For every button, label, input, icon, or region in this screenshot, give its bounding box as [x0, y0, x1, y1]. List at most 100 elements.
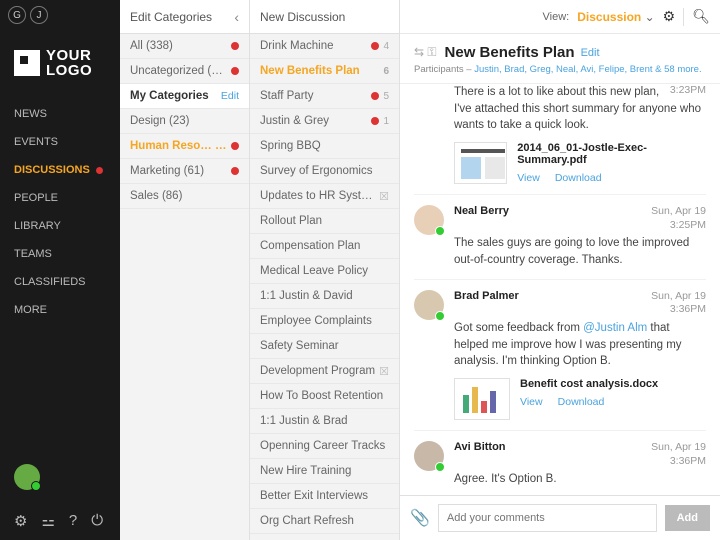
attachment-filename: 2014_06_01-Jostle-Exec-Summary.pdf [517, 142, 706, 166]
category-item[interactable]: Design (23) [120, 109, 249, 134]
main-nav: NEWS EVENTS DISCUSSIONS PEOPLE LIBRARY T… [0, 100, 120, 324]
nav-events[interactable]: EVENTS [0, 128, 120, 156]
discussions-column: New Discussion Drink Machine4New Benefit… [250, 0, 400, 540]
top-icons: G J [0, 0, 120, 30]
attachment-download-link[interactable]: Download [555, 172, 602, 184]
attachment: Benefit cost analysis.docx View Download [454, 378, 706, 420]
category-item[interactable]: Marketing (61) [120, 159, 249, 184]
logo[interactable]: YOUR LOGO [0, 30, 120, 100]
attachment: 2014_06_01-Jostle-Exec-Summary.pdf View … [454, 142, 706, 184]
discussion-item[interactable]: Medical Leave Policy [250, 259, 399, 284]
divider [683, 8, 684, 26]
logo-mark-icon [14, 50, 40, 76]
message: Neal Berry Sun, Apr 193:25PM The sales g… [414, 195, 706, 280]
category-item[interactable]: All (338) [120, 34, 249, 59]
discussion-item[interactable]: Org Chart Refresh [250, 509, 399, 534]
topbar: View: Discussion ⌄ ⚙ 🔍︎ [400, 0, 720, 34]
attachment-view-link[interactable]: View [517, 172, 540, 184]
category-item-human-resources[interactable]: Human Reso… (72) [120, 134, 249, 159]
discussion-item[interactable]: Staff Party5 [250, 84, 399, 109]
settings-icon[interactable]: ⚙ [14, 512, 27, 530]
edit-discussion-link[interactable]: Edit [581, 47, 600, 59]
notification-dot-icon [96, 167, 103, 174]
avatar[interactable] [414, 205, 444, 235]
discussion-item[interactable]: New Hire Training [250, 459, 399, 484]
discussion-item[interactable]: Updates to HR System☒ [250, 184, 399, 209]
nav-discussions[interactable]: DISCUSSIONS [0, 156, 120, 184]
unread-dot-icon [231, 167, 239, 175]
archive-icon: ☒ [379, 190, 389, 203]
discussion-item[interactable]: Development Program☒ [250, 359, 399, 384]
sliders-icon[interactable]: ⚍ [41, 512, 54, 530]
discussion-item[interactable]: 1:1 Justin & David [250, 284, 399, 309]
attachment-thumb-icon[interactable] [454, 142, 507, 184]
paperclip-icon[interactable]: 📎 [410, 508, 430, 528]
discussion-item[interactable]: Spring BBQ [250, 134, 399, 159]
nav-classifieds[interactable]: CLASSIFIEDS [0, 268, 120, 296]
discussion-item[interactable]: Compensation Plan [250, 234, 399, 259]
message-text: Agree. It's Option B. [454, 471, 706, 488]
user-mention[interactable]: @Justin Alm [583, 322, 647, 334]
current-user-avatar[interactable] [14, 464, 40, 490]
discussion-item[interactable]: Drink Machine4 [250, 34, 399, 59]
discussion-item[interactable]: Justin & Grey1 [250, 109, 399, 134]
avatar[interactable] [414, 290, 444, 320]
nav-teams[interactable]: TEAMS [0, 240, 120, 268]
collapse-icon[interactable]: ‹ [234, 9, 239, 25]
sidebar: G J YOUR LOGO NEWS EVENTS DISCUSSIONS PE… [0, 0, 120, 540]
categories-header: Edit Categories ‹ [120, 0, 249, 34]
participants-more[interactable]: & 58 more. [655, 64, 701, 75]
message-time: 3:23PM [670, 84, 706, 96]
message-text: There is a lot to like about this new pl… [454, 84, 706, 134]
discussion-item[interactable]: Openning Career Tracks [250, 434, 399, 459]
top-icon-j[interactable]: J [30, 6, 48, 24]
nav-library[interactable]: LIBRARY [0, 212, 120, 240]
category-item-my-categories[interactable]: My CategoriesEdit [120, 84, 249, 109]
help-icon[interactable]: ? [69, 512, 77, 530]
categories-column: Edit Categories ‹ All (338) Uncategorize… [120, 0, 250, 540]
nav-news[interactable]: NEWS [0, 100, 120, 128]
message-text: Got some feedback from @Justin Alm that … [454, 320, 706, 370]
participants-names[interactable]: Justin, Brad, Greg, Neal, Avi, Felipe, B… [474, 64, 652, 75]
item-count: 4 [383, 41, 389, 52]
comment-input[interactable] [438, 504, 657, 532]
power-icon[interactable]: ⏻ [91, 512, 103, 530]
discussion-item[interactable]: Survey of Ergonomics [250, 159, 399, 184]
message-author: Avi Bitton [454, 441, 506, 468]
discussions-header: New Discussion [250, 0, 399, 34]
message: Avi Bitton Sun, Apr 193:36PM Agree. It's… [414, 431, 706, 495]
category-item[interactable]: Sales (86) [120, 184, 249, 209]
new-discussion-title[interactable]: New Discussion [260, 10, 389, 24]
item-count: 6 [383, 66, 389, 77]
attachment-filename: Benefit cost analysis.docx [520, 378, 658, 390]
thread: 3:23PM There is a lot to like about this… [400, 84, 720, 495]
view-selector[interactable]: Discussion ⌄ [577, 10, 654, 24]
category-item[interactable]: Uncategorized (96) [120, 59, 249, 84]
avatar[interactable] [414, 441, 444, 471]
discussion-item[interactable]: Safety Seminar [250, 334, 399, 359]
nav-more[interactable]: MORE [0, 296, 120, 324]
discussion-item[interactable]: Employee Complaints [250, 309, 399, 334]
top-icon-g[interactable]: G [8, 6, 26, 24]
message-time: Sun, Apr 193:36PM [651, 441, 706, 468]
unread-dot-icon [231, 67, 239, 75]
attachment-view-link[interactable]: View [520, 396, 543, 408]
archive-icon: ☒ [379, 365, 389, 378]
add-comment-button[interactable]: Add [665, 505, 710, 531]
discussion-meta-icons: ⇆ ⚿ [414, 45, 437, 60]
gear-icon[interactable]: ⚙ [663, 8, 676, 25]
main-panel: View: Discussion ⌄ ⚙ 🔍︎ ⇆ ⚿ New Benefits… [400, 0, 720, 540]
unread-dot-icon [371, 42, 379, 50]
search-icon[interactable]: 🔍︎ [692, 8, 710, 25]
attachment-download-link[interactable]: Download [558, 396, 605, 408]
unread-dot-icon [371, 92, 379, 100]
attachment-thumb-icon[interactable] [454, 378, 510, 420]
discussion-item[interactable]: 1:1 Justin & Brad [250, 409, 399, 434]
discussion-item[interactable]: Better Exit Interviews [250, 484, 399, 509]
discussion-title: New Benefits Plan [445, 44, 575, 61]
discussion-item[interactable]: Rollout Plan [250, 209, 399, 234]
nav-people[interactable]: PEOPLE [0, 184, 120, 212]
discussion-item[interactable]: How To Boost Retention [250, 384, 399, 409]
discussion-item[interactable]: New Benefits Plan6 [250, 59, 399, 84]
edit-link[interactable]: Edit [221, 90, 239, 102]
